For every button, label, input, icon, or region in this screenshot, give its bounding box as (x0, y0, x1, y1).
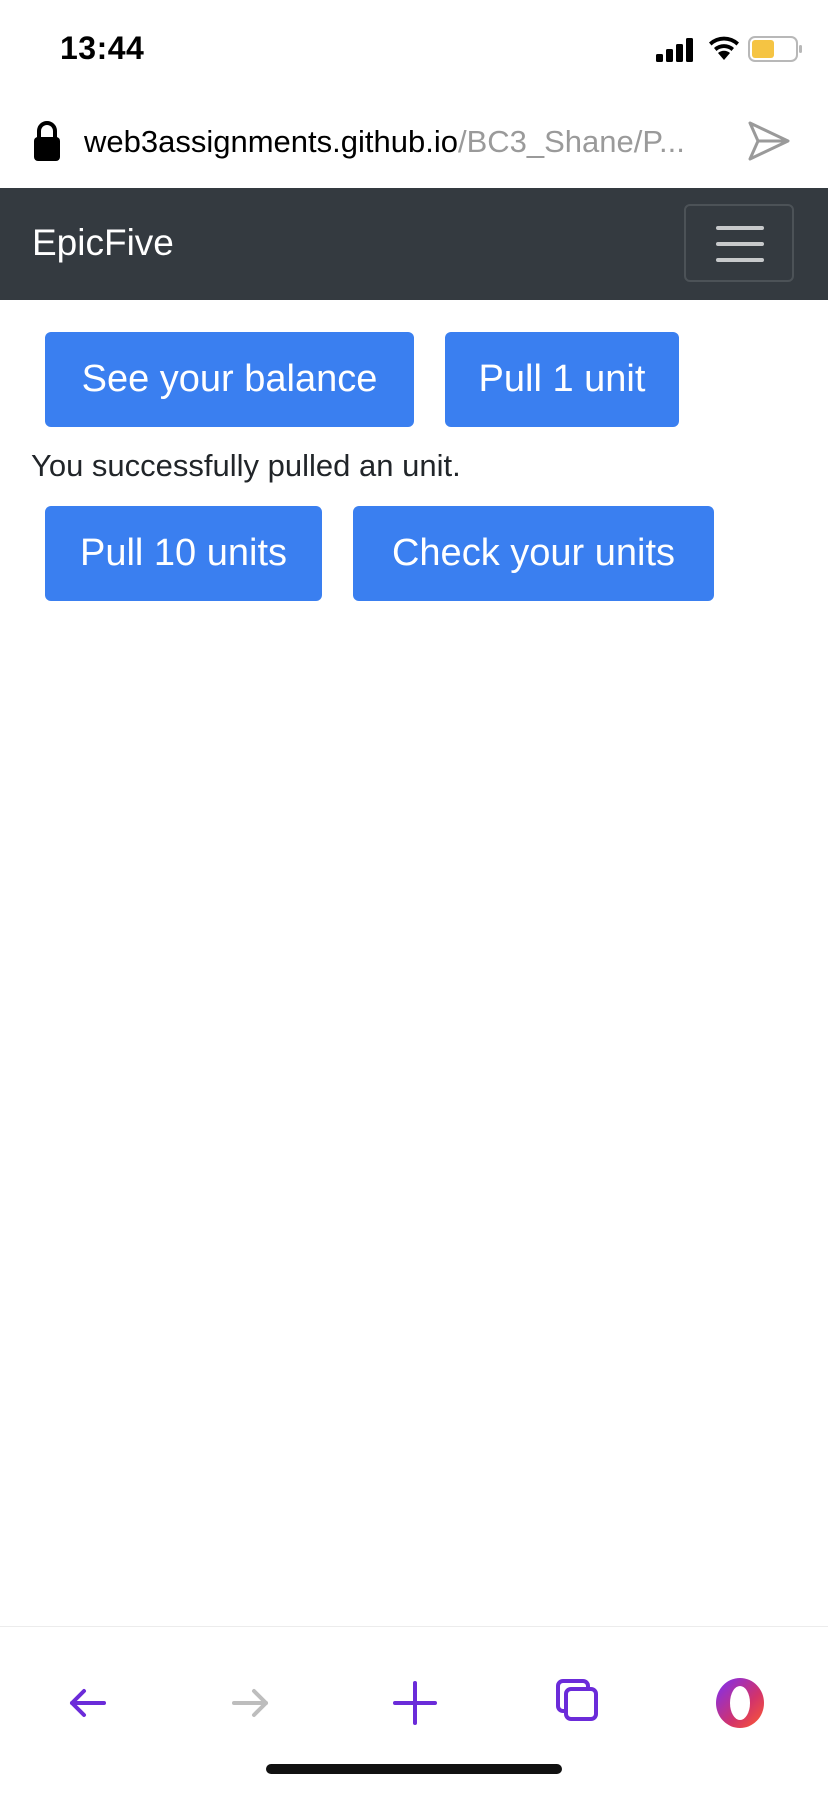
status-bar: 13:44 (0, 0, 828, 100)
wifi-icon (709, 36, 739, 60)
lock-icon (34, 121, 60, 161)
battery-icon (748, 36, 802, 62)
forward-arrow-icon[interactable] (222, 1675, 278, 1731)
status-time: 13:44 (60, 30, 145, 66)
navbar: EpicFive (0, 188, 828, 300)
home-indicator[interactable] (266, 1764, 562, 1774)
check-units-button[interactable]: Check your units (353, 506, 714, 601)
url-host: web3assignments.github.io (84, 124, 458, 159)
tabs-icon[interactable] (550, 1675, 606, 1731)
opera-menu-icon[interactable] (712, 1675, 768, 1731)
url-path: /BC3_Shane/P... (457, 124, 685, 159)
signal-icon (656, 38, 693, 62)
navbar-toggler-button[interactable] (684, 204, 794, 282)
url-text[interactable]: web3assignments.github.io/BC3_Shane/P... (84, 124, 724, 160)
new-tab-plus-icon[interactable] (387, 1675, 443, 1731)
pull-ten-units-button[interactable]: Pull 10 units (45, 506, 322, 601)
status-message: You successfully pulled an unit. (31, 448, 461, 483)
see-balance-button[interactable]: See your balance (45, 332, 414, 427)
send-icon[interactable] (746, 120, 792, 162)
back-arrow-icon[interactable] (60, 1675, 116, 1731)
pull-one-unit-button[interactable]: Pull 1 unit (445, 332, 679, 427)
navbar-brand[interactable]: EpicFive (32, 222, 174, 264)
